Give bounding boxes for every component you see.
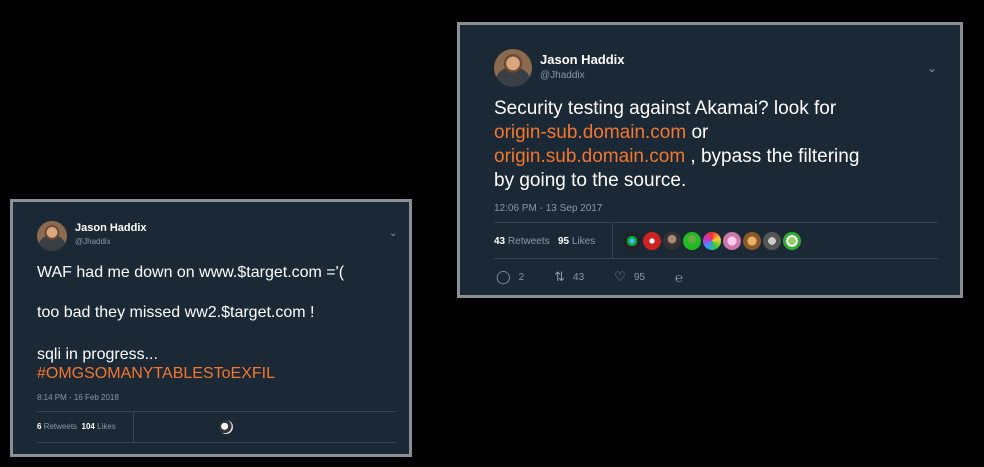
divider [37,442,397,443]
tweet-text-line: sqli in progress... [37,346,158,363]
retweets-count[interactable]: 43 [494,236,505,247]
retweet-count: 43 [573,271,585,283]
divider [494,258,938,259]
retweets-label[interactable]: Retweets [508,236,550,247]
divider [37,411,397,412]
heart-icon: ♡ [614,269,626,284]
like-button[interactable]: ♡ 95 [614,269,645,285]
retweet-button[interactable]: ⇅ 43 [554,269,584,285]
liker-avatar[interactable] [743,232,761,250]
reply-button[interactable]: ◯ 2 [496,269,524,285]
author-handle[interactable]: @Jhaddix [540,70,585,81]
like-count: 95 [633,271,645,283]
likes-count[interactable]: 104 [82,422,95,431]
liker-avatar[interactable] [763,232,781,250]
engagement-stats: 43 Retweets 95 Likes [494,236,595,247]
divider [612,223,613,258]
tweet-text-segment: , bypass the filtering [685,146,860,168]
author-name[interactable]: Jason Haddix [540,52,625,67]
liker-avatar[interactable] [623,232,641,250]
tweet-timestamp[interactable]: 8:14 PM - 16 Feb 2018 [37,393,119,402]
analytics-button[interactable]: ℮ [675,270,683,285]
tweet-text-line: by going to the source. [494,170,687,192]
liker-avatar[interactable] [663,232,681,250]
hashtag-link[interactable]: #OMGSOMANYTABLESToEXFIL [37,364,275,383]
author-avatar[interactable] [37,221,67,251]
author-handle[interactable]: @Jhaddix [75,237,111,246]
likes-count[interactable]: 95 [558,236,569,247]
liker-avatar[interactable] [683,232,701,250]
likes-label[interactable]: Likes [572,236,595,247]
retweets-count[interactable]: 6 [37,422,41,431]
retweet-icon: ⇅ [554,269,566,284]
bar-chart-icon: ℮ [674,269,683,285]
tweet-text-segment: or [686,122,709,144]
tweet-timestamp[interactable]: 12:06 PM - 13 Sep 2017 [494,203,602,214]
reply-count: 2 [518,271,525,283]
tweet-card-right: Jason Haddix @Jhaddix ⌄ Security testing… [457,22,963,298]
divider [133,412,134,442]
liker-avatar[interactable] [703,232,721,250]
tweet-text-line: Security testing against Akamai? look fo… [494,98,837,119]
liker-avatar[interactable] [219,420,233,434]
tweet-card-left: Jason Haddix @Jhaddix ⌄ WAF had me down … [10,199,412,457]
tweet-text-line: too bad they missed ww2.$target.com ! [37,304,315,321]
liker-avatar[interactable] [723,232,741,250]
tweet-text-line: WAF had me down on www.$target.com ='( [37,264,345,281]
tweet-text: Security testing against Akamai? look fo… [494,97,859,194]
author-name[interactable]: Jason Haddix [75,222,147,234]
divider [494,222,938,223]
liker-avatar[interactable] [783,232,801,250]
domain-link[interactable]: origin-sub.domain.com [494,122,686,143]
engagement-stats: 6 Retweets 104 Likes [37,422,116,431]
tweet-actions: ◯ 2 ⇅ 43 ♡ 95 ℮ [496,269,713,285]
retweets-label[interactable]: Retweets [44,422,77,431]
likers-avatars [623,232,801,250]
chevron-down-icon[interactable]: ⌄ [927,61,937,75]
chevron-down-icon[interactable]: ⌄ [389,228,397,239]
reply-icon: ◯ [496,269,511,284]
likes-label[interactable]: Likes [97,422,116,431]
liker-avatar[interactable] [643,232,661,250]
author-avatar[interactable] [494,49,532,87]
domain-link[interactable]: origin.sub.domain.com [494,146,685,167]
